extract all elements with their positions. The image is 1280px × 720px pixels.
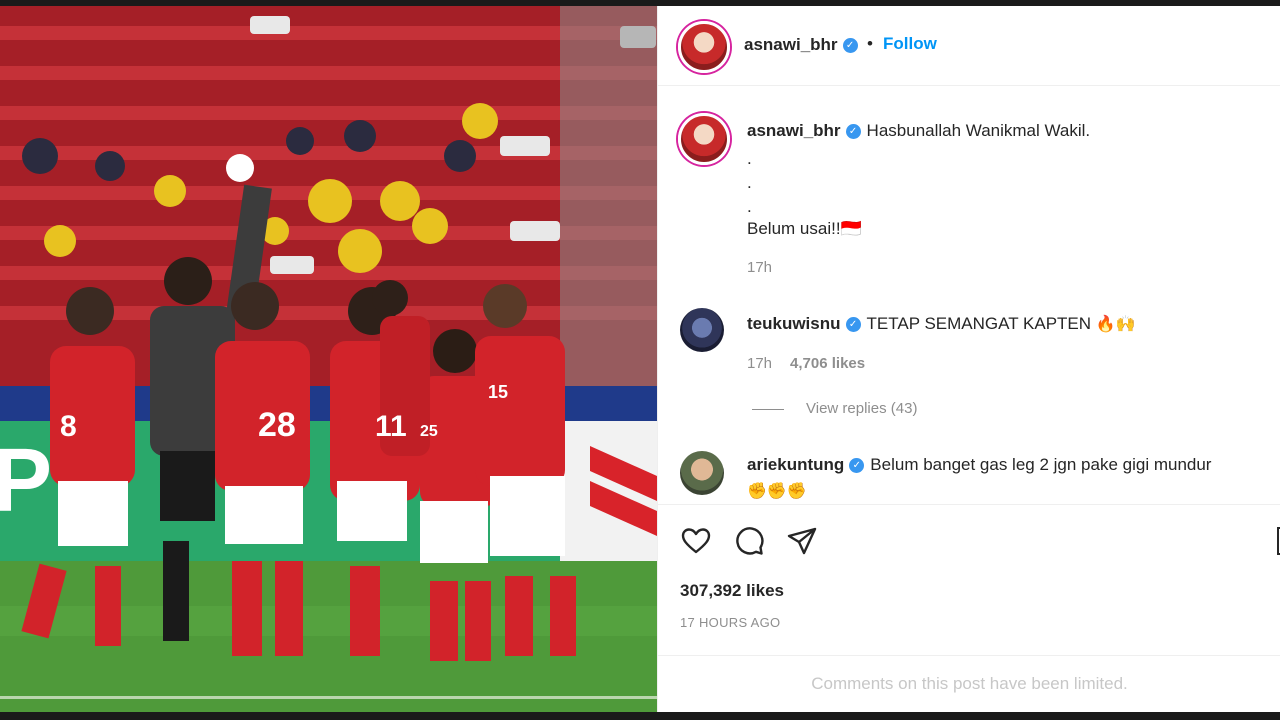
author-username[interactable]: asnawi_bhr ✓: [744, 35, 858, 55]
post-panel: asnawi_bhr✓ • Follow • asnawi_bhr✓ Hasbun…: [657, 6, 1280, 712]
verified-badge-icon: ✓: [842, 38, 858, 54]
comments-limited-notice: Comments on this post have been limited.: [658, 655, 1280, 711]
view-replies-button[interactable]: View replies (43): [806, 400, 917, 417]
caption-username[interactable]: asnawi_bhr ✓: [747, 121, 861, 140]
post-header: asnawi_bhr✓ • Follow •: [658, 6, 1280, 86]
heart-icon[interactable]: [680, 525, 712, 557]
commenter-avatar[interactable]: [680, 308, 724, 352]
author-avatar[interactable]: [678, 21, 730, 73]
replies-divider: [752, 409, 784, 410]
caption-dot: .: [747, 173, 752, 192]
verified-badge-icon: ✓: [845, 317, 861, 333]
caption-text-2: Belum usai!!🇮🇩: [747, 219, 862, 238]
team-photo-illustration: P 8 28 11 25 15: [0, 6, 657, 712]
comment-icon[interactable]: [733, 525, 765, 557]
ad-board-letter: P: [0, 431, 52, 531]
comment-text: TETAP SEMANGAT KAPTEN: [866, 314, 1092, 333]
verified-badge-icon: ✓: [845, 124, 861, 140]
caption-avatar[interactable]: [678, 113, 730, 165]
comment-text: Belum banget gas leg 2 jgn pake gigi mun…: [870, 455, 1212, 474]
commenter-avatar[interactable]: [680, 451, 724, 495]
jersey-number: 8: [60, 410, 77, 443]
comment-time: 17h: [747, 355, 773, 372]
caption-dot: .: [747, 149, 752, 168]
comments-section[interactable]: asnawi_bhr ✓ Hasbunallah Wanikmal Wakil. .…: [658, 87, 1280, 503]
caption-text: Hasbunallah Wanikmal Wakil.: [866, 121, 1091, 140]
comment-emoji: ✊✊✊: [747, 481, 807, 500]
verified-badge-icon: ✓: [849, 458, 865, 474]
comment: teukuwisnu ✓ TETAP SEMANGAT KAPTEN 🔥🙌: [747, 312, 1136, 336]
post-timestamp: 17 HOURS AGO: [680, 615, 781, 630]
comment-likes[interactable]: 4,706 likes: [790, 355, 865, 372]
jersey-number: 11: [375, 410, 407, 443]
share-icon[interactable]: [786, 525, 818, 557]
caption: asnawi_bhr ✓ Hasbunallah Wanikmal Wakil.: [747, 119, 1090, 143]
comment-emoji: 🔥🙌: [1095, 314, 1136, 333]
post-actions: 307,392 likes 17 HOURS AGO Comments on t…: [658, 504, 1280, 712]
comment-username[interactable]: ariekuntung ✓: [747, 455, 865, 474]
jersey-number: 28: [258, 406, 296, 444]
caption-time: 17h: [747, 259, 773, 276]
comment-meta: 17h 4,706 likes: [747, 355, 865, 372]
header-separator: •: [867, 34, 873, 53]
follow-button[interactable]: Follow: [883, 34, 937, 54]
caption-dot: .: [747, 197, 752, 216]
jersey-number: 25: [420, 423, 438, 440]
post-photo[interactable]: P 8 28 11 25 15: [0, 6, 657, 712]
comment: ariekuntung ✓ Belum banget gas leg 2 jgn p…: [747, 453, 1211, 477]
jersey-number: 15: [488, 382, 508, 402]
likes-count[interactable]: 307,392 likes: [680, 581, 784, 601]
comment-username[interactable]: teukuwisnu ✓: [747, 314, 861, 333]
